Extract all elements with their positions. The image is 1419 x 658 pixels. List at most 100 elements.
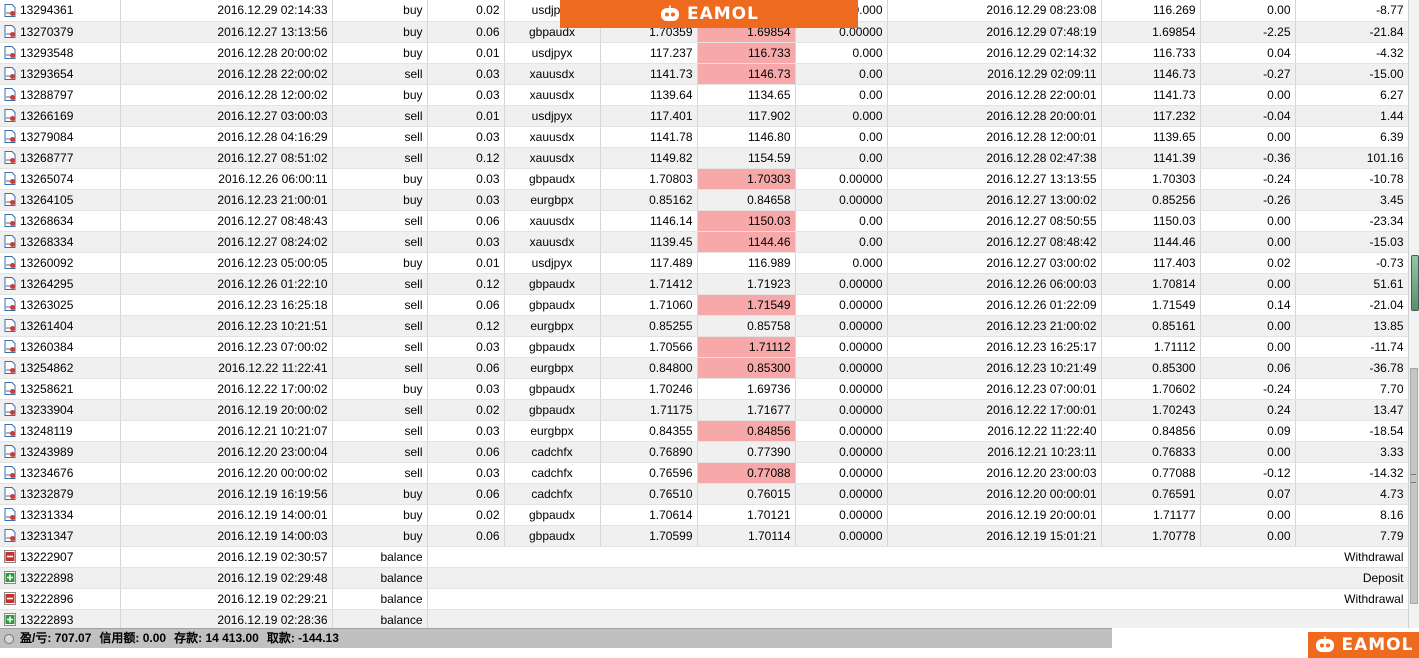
table-row[interactable]: 13279084 2016.12.28 04:16:29 sell 0.03 xauus… bbox=[0, 126, 1408, 148]
take-profit: 0.00 bbox=[795, 84, 888, 106]
swap: -0.12 bbox=[1200, 462, 1296, 484]
open-price: 1.70599 bbox=[600, 525, 698, 547]
balance-row[interactable]: 13222893 2016.12.19 02:28:36 balance bbox=[0, 609, 1408, 628]
close-price: 1.70303 bbox=[1101, 168, 1201, 190]
trade-size: 0.03 bbox=[427, 189, 505, 211]
table-row[interactable]: 13248119 2016.12.21 10:21:07 sell 0.03 eurgb… bbox=[0, 420, 1408, 442]
symbol: eurgbpx bbox=[504, 357, 601, 379]
table-row[interactable]: 13243989 2016.12.20 23:00:04 sell 0.06 cadch… bbox=[0, 441, 1408, 463]
table-row[interactable]: 13266169 2016.12.27 03:00:03 sell 0.01 usdjp… bbox=[0, 105, 1408, 127]
profit: -18.54 bbox=[1295, 420, 1408, 442]
take-profit: 0.00 bbox=[795, 210, 888, 232]
order-document-icon bbox=[4, 508, 16, 521]
table-row[interactable]: 13265074 2016.12.26 06:00:11 buy 0.03 gbpaud… bbox=[0, 168, 1408, 190]
close-price: 0.85300 bbox=[1101, 357, 1201, 379]
open-time: 2016.12.27 03:00:03 bbox=[120, 105, 333, 127]
stop-loss-price: 0.85300 bbox=[697, 357, 796, 379]
table-row[interactable]: 13264105 2016.12.23 21:00:01 buy 0.03 eurgbp… bbox=[0, 189, 1408, 211]
trade-type: sell bbox=[332, 336, 428, 358]
open-price: 1.70614 bbox=[600, 504, 698, 526]
open-price: 0.84800 bbox=[600, 357, 698, 379]
order-document-icon bbox=[4, 172, 16, 185]
profit: 4.73 bbox=[1295, 483, 1408, 505]
open-time: 2016.12.19 02:30:57 bbox=[120, 546, 333, 568]
stop-loss-price: 1.71923 bbox=[697, 273, 796, 295]
profit: -8.77 bbox=[1295, 0, 1408, 22]
vertical-scrollbar[interactable] bbox=[1408, 0, 1419, 628]
ticket-number: 13288797 bbox=[20, 87, 74, 102]
table-row[interactable]: 13260092 2016.12.23 05:00:05 buy 0.01 usdjpy… bbox=[0, 252, 1408, 274]
take-profit: 0.00000 bbox=[795, 462, 888, 484]
open-time: 2016.12.19 16:19:56 bbox=[120, 483, 333, 505]
take-profit: 0.00000 bbox=[795, 420, 888, 442]
table-row[interactable]: 13234676 2016.12.20 00:00:02 sell 0.03 cadch… bbox=[0, 462, 1408, 484]
table-row[interactable]: 13264295 2016.12.26 01:22:10 sell 0.12 gbpau… bbox=[0, 273, 1408, 295]
close-time: 2016.12.29 02:14:32 bbox=[887, 42, 1102, 64]
table-row[interactable]: 13231347 2016.12.19 14:00:03 buy 0.06 gbpaud… bbox=[0, 525, 1408, 547]
table-row[interactable]: 13258621 2016.12.22 17:00:02 buy 0.03 gbpaud… bbox=[0, 378, 1408, 400]
table-row[interactable]: 13260384 2016.12.23 07:00:02 sell 0.03 gbpau… bbox=[0, 336, 1408, 358]
open-price: 117.401 bbox=[600, 105, 698, 127]
table-row[interactable]: 13268634 2016.12.27 08:48:43 sell 0.06 xauus… bbox=[0, 210, 1408, 232]
symbol: xauusdx bbox=[504, 147, 601, 169]
open-price: 0.85255 bbox=[600, 315, 698, 337]
ticket-number: 13232879 bbox=[20, 486, 74, 501]
side-panel-handle[interactable] bbox=[1411, 255, 1419, 311]
balance-row[interactable]: 13222907 2016.12.19 02:30:57 balance Withdr… bbox=[0, 546, 1408, 568]
close-price: 1.70814 bbox=[1101, 273, 1201, 295]
open-time: 2016.12.20 00:00:02 bbox=[120, 462, 333, 484]
trade-type: sell bbox=[332, 63, 428, 85]
credit-value: 0.00 bbox=[142, 631, 167, 645]
close-time: 2016.12.20 23:00:03 bbox=[887, 462, 1102, 484]
withdrawal-label: 取款: bbox=[266, 631, 295, 645]
table-row[interactable]: 13293548 2016.12.28 20:00:02 buy 0.01 usdjpy… bbox=[0, 42, 1408, 64]
balance-minus-icon bbox=[4, 592, 16, 605]
balance-comment: Withdrawal bbox=[1295, 546, 1408, 568]
table-row[interactable]: 13231334 2016.12.19 14:00:01 buy 0.02 gbpaud… bbox=[0, 504, 1408, 526]
balance-plus-icon bbox=[4, 571, 16, 584]
close-price: 1141.39 bbox=[1101, 147, 1201, 169]
deposit-value: 14 413.00 bbox=[205, 631, 259, 645]
order-document-icon bbox=[4, 424, 16, 437]
table-row[interactable]: 13263025 2016.12.23 16:25:18 sell 0.06 gbpau… bbox=[0, 294, 1408, 316]
close-price: 0.85256 bbox=[1101, 189, 1201, 211]
table-row[interactable]: 13293654 2016.12.28 22:00:02 sell 0.03 xauus… bbox=[0, 63, 1408, 85]
swap: 0.00 bbox=[1200, 336, 1296, 358]
withdrawal-value: -144.13 bbox=[298, 631, 339, 645]
table-row[interactable]: 13268334 2016.12.27 08:24:02 sell 0.03 xauus… bbox=[0, 231, 1408, 253]
profit: -0.73 bbox=[1295, 252, 1408, 274]
stop-loss-price: 0.84658 bbox=[697, 189, 796, 211]
ticket-number: 13231334 bbox=[20, 507, 74, 522]
ticket-cell: 13294361 bbox=[0, 0, 121, 22]
ticket-cell: 13264105 bbox=[0, 189, 121, 211]
table-row[interactable]: 13268777 2016.12.27 08:51:02 sell 0.12 xauus… bbox=[0, 147, 1408, 169]
open-time: 2016.12.26 06:00:11 bbox=[120, 168, 333, 190]
trade-type: balance bbox=[332, 567, 428, 589]
swap: 0.00 bbox=[1200, 84, 1296, 106]
order-document-icon bbox=[4, 319, 16, 332]
close-price: 116.733 bbox=[1101, 42, 1201, 64]
close-time: 2016.12.23 10:21:49 bbox=[887, 357, 1102, 379]
balance-row[interactable]: 13222896 2016.12.19 02:29:21 balance Withdr… bbox=[0, 588, 1408, 610]
trade-type: buy bbox=[332, 378, 428, 400]
swap: 0.24 bbox=[1200, 399, 1296, 421]
scrollbar-thumb[interactable] bbox=[1410, 368, 1418, 604]
balance-row[interactable]: 13222898 2016.12.19 02:29:48 balance Deposi… bbox=[0, 567, 1408, 589]
take-profit: 0.00 bbox=[795, 147, 888, 169]
swap: -0.27 bbox=[1200, 63, 1296, 85]
close-time: 2016.12.21 10:23:11 bbox=[887, 441, 1102, 463]
ticket-cell: 13222896 bbox=[0, 588, 121, 610]
open-time: 2016.12.28 20:00:02 bbox=[120, 42, 333, 64]
take-profit: 0.00000 bbox=[795, 441, 888, 463]
trade-type: sell bbox=[332, 420, 428, 442]
table-row[interactable]: 13288797 2016.12.28 12:00:02 buy 0.03 xauusd… bbox=[0, 84, 1408, 106]
table-row[interactable]: 13233904 2016.12.19 20:00:02 sell 0.02 gbpau… bbox=[0, 399, 1408, 421]
balance-spacer bbox=[427, 546, 1295, 568]
symbol: gbpaudx bbox=[504, 294, 601, 316]
table-row[interactable]: 13254862 2016.12.22 11:22:41 sell 0.06 eurgb… bbox=[0, 357, 1408, 379]
close-time: 2016.12.19 20:00:01 bbox=[887, 504, 1102, 526]
table-row[interactable]: 13232879 2016.12.19 16:19:56 buy 0.06 cadchf… bbox=[0, 483, 1408, 505]
close-price: 1146.73 bbox=[1101, 63, 1201, 85]
table-row[interactable]: 13261404 2016.12.23 10:21:51 sell 0.12 eurgb… bbox=[0, 315, 1408, 337]
swap: -0.26 bbox=[1200, 189, 1296, 211]
